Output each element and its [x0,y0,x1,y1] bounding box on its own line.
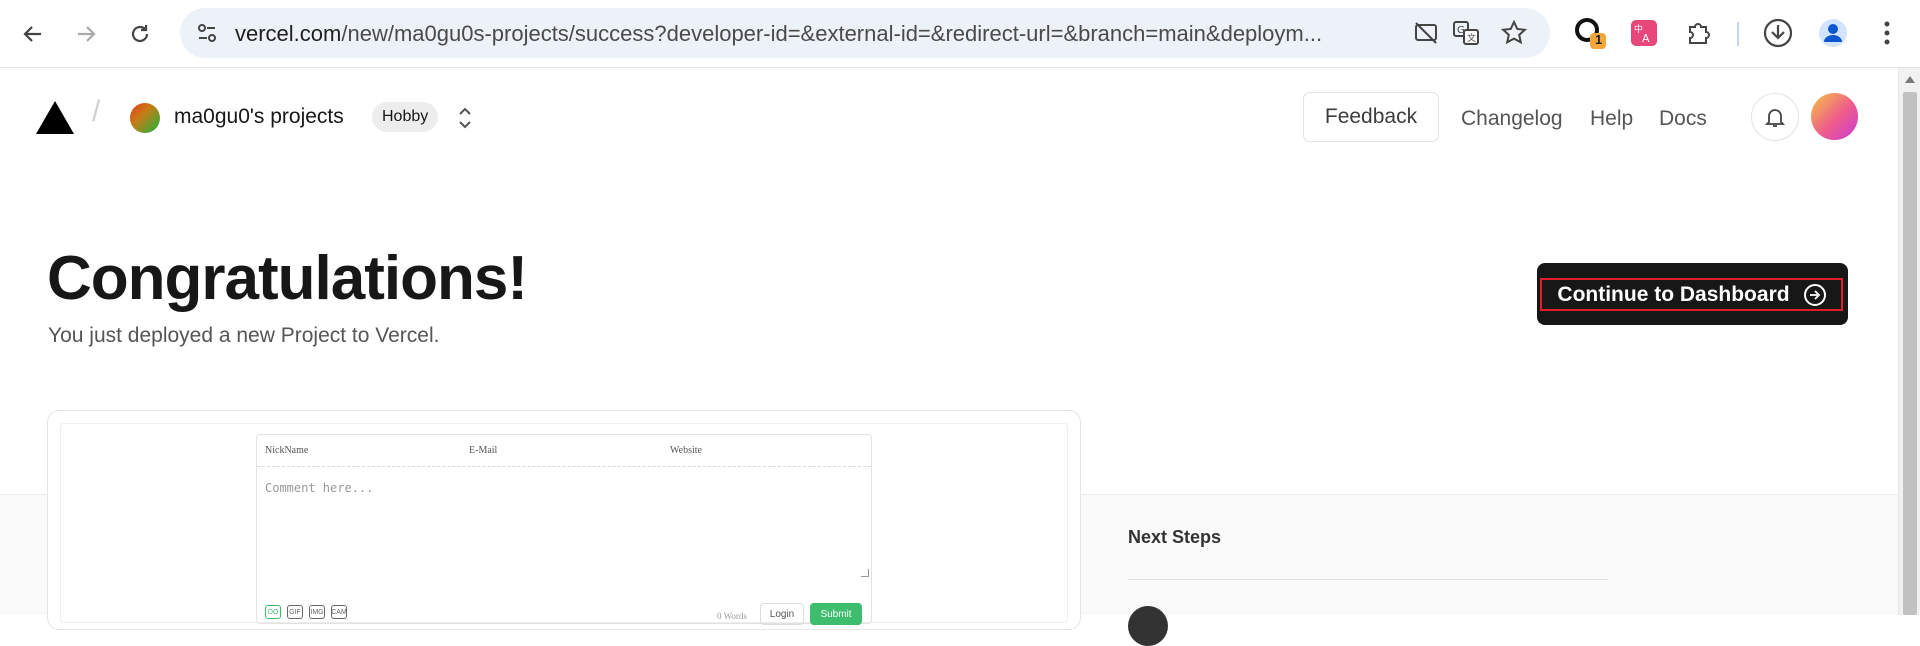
next-steps-divider [1128,579,1608,580]
back-arrow-icon [23,26,41,42]
translate-icon[interactable]: G文 [1452,19,1480,47]
preview-login-button: Login [760,603,804,625]
docs-link[interactable]: Docs [1659,107,1707,131]
svg-text:G: G [1457,25,1465,36]
cta-label: Continue to Dashboard [1557,282,1790,306]
preview-field-nickname: NickName [265,445,309,456]
team-switcher-chevron-icon[interactable] [454,103,476,133]
svg-text:文: 文 [1467,32,1476,44]
reload-button[interactable] [120,14,160,54]
url-text[interactable]: vercel.com/new/ma0gu0s-projects/success?… [235,21,1385,47]
continue-to-dashboard-button[interactable]: Continue to Dashboard [1537,263,1848,325]
address-bar[interactable]: vercel.com/new/ma0gu0s-projects/success?… [180,8,1550,58]
extension-counter-icon[interactable]: 1 [1573,16,1607,50]
user-avatar[interactable] [1811,93,1858,140]
next-step-item-icon [1128,606,1168,646]
preview-fields-row: NickName E-Mail Website [257,435,871,467]
preview-image-icon: IMG [309,605,325,619]
forward-arrow-icon [78,26,96,42]
browser-toolbar: vercel.com/new/ma0gu0s-projects/success?… [0,0,1920,68]
plan-badge: Hobby [372,102,439,132]
bookmark-star-icon[interactable] [1500,19,1528,47]
browser-menu-icon[interactable] [1870,16,1904,50]
deployment-preview-card[interactable]: NickName E-Mail Website Comment here... … [47,410,1081,630]
scrollbar-thumb[interactable] [1903,92,1917,615]
translator-extension-icon[interactable]: 中A [1627,16,1661,50]
preview-field-email: E-Mail [469,445,498,456]
preview-toolbar: OO GIF IMG CAM [265,605,347,619]
back-button[interactable] [13,14,53,54]
vercel-logo-icon[interactable] [36,101,74,134]
preview-word-count: 0 Words [717,611,747,621]
page-title: Congratulations! [47,244,528,313]
deployment-preview-screenshot: NickName E-Mail Website Comment here... … [60,423,1068,625]
reload-icon [131,25,149,43]
preview-submit-button: Submit [810,603,862,625]
site-info-icon[interactable] [192,18,222,48]
preview-gif-icon: GIF [287,605,303,619]
arrow-right-circle-icon [1803,283,1826,306]
preview-comment-placeholder: Comment here... [265,481,374,495]
bell-icon [1764,109,1786,127]
forward-button[interactable] [66,14,106,54]
breadcrumb-separator: / [92,95,101,128]
preview-camera-icon: CAM [331,605,347,619]
cta-highlight[interactable]: Continue to Dashboard [1540,278,1843,311]
feedback-button[interactable]: Feedback [1303,92,1439,142]
no-cast-icon[interactable] [1412,19,1440,47]
extension-badge: 1 [1595,32,1603,47]
notifications-button[interactable] [1751,93,1799,141]
profile-icon[interactable] [1816,16,1850,50]
scroll-up-arrow-icon[interactable] [1905,76,1915,83]
changelog-link[interactable]: Changelog [1461,107,1563,131]
preview-emoji-icon: OO [265,605,281,619]
svg-text:A: A [1642,32,1650,45]
app-header: / ma0gu0's projects Hobby Feedback Chang… [0,69,1898,167]
page-subtitle: You just deployed a new Project to Verce… [48,324,440,347]
team-avatar[interactable] [130,103,160,133]
next-steps-heading: Next Steps [1128,527,1222,547]
help-link[interactable]: Help [1590,107,1633,131]
team-name[interactable]: ma0gu0's projects [174,105,344,129]
preview-comment-box: NickName E-Mail Website Comment here... … [256,434,872,625]
extensions-puzzle-icon[interactable] [1682,16,1716,50]
page-scrollbar[interactable] [1898,68,1920,615]
downloads-icon[interactable] [1761,16,1795,50]
preview-resize-handle [861,569,869,577]
toolbar-divider [1737,22,1739,46]
preview-field-website: Website [670,445,702,456]
